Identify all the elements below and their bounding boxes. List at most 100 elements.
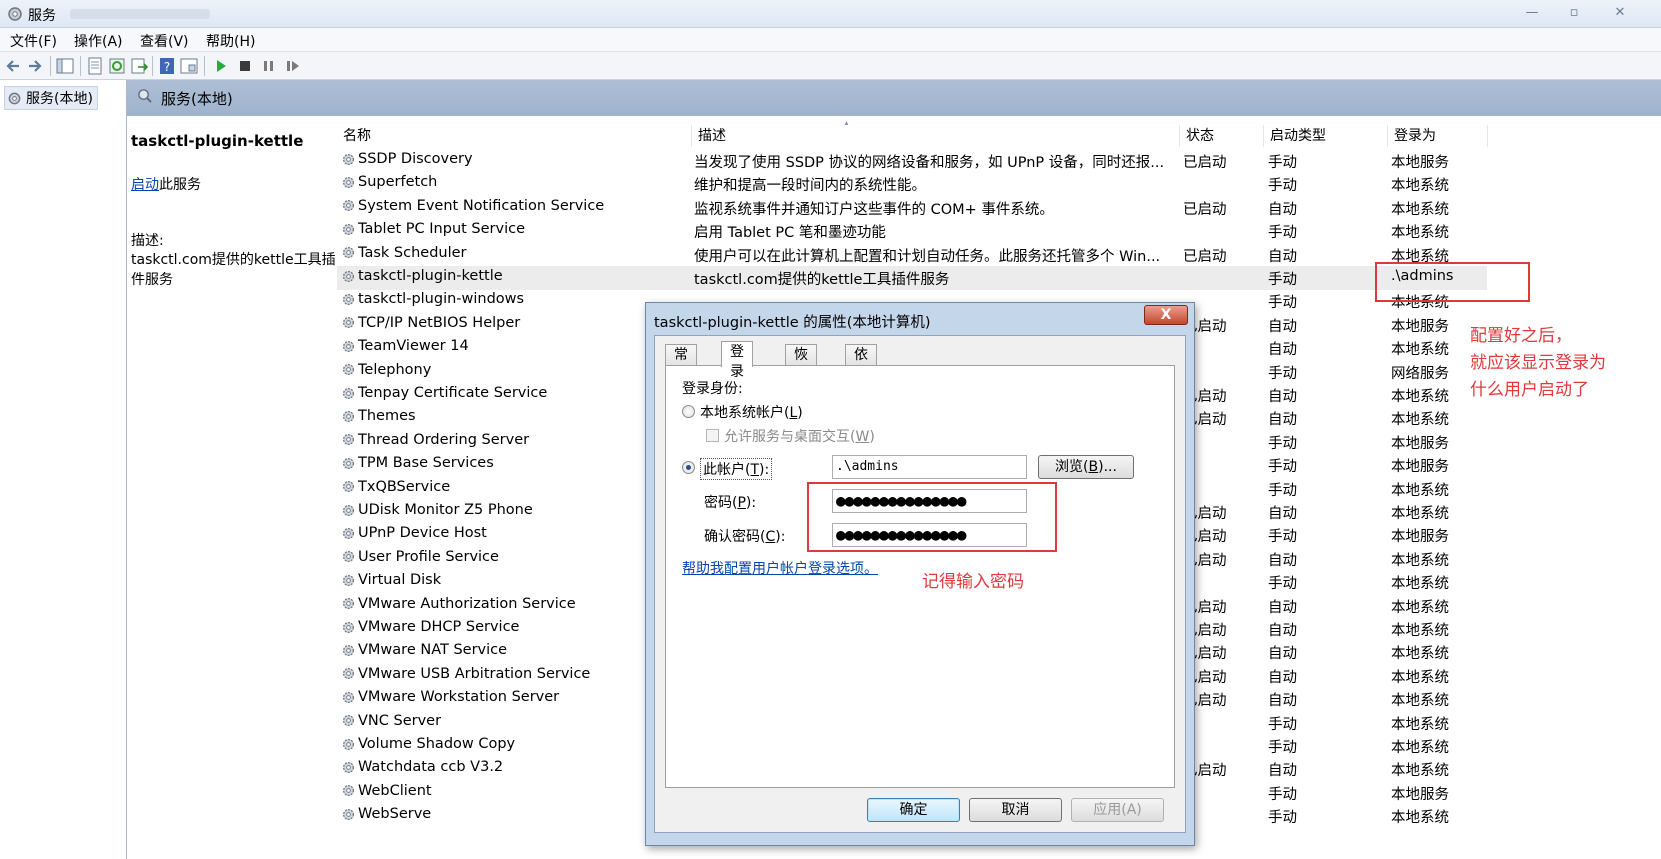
svg-text:?: ? bbox=[164, 60, 170, 74]
local-system-label: 本地系统帐户(L) bbox=[700, 405, 803, 421]
tab-dependencies[interactable]: 依存关系 bbox=[845, 344, 877, 423]
minimize-icon[interactable]: — bbox=[1518, 4, 1546, 22]
table-row[interactable]: SSDP Discovery 当发现了使用 SSDP 协议的网络设备和服务，如 U… bbox=[337, 149, 1487, 173]
show-hide-icon[interactable] bbox=[180, 57, 198, 75]
service-logon-cell: 本地服务 bbox=[1391, 529, 1449, 546]
service-startup-type-cell: 自动 bbox=[1268, 342, 1297, 359]
service-name: TeamViewer 14 bbox=[358, 338, 469, 355]
console-tree: 服务(本地) bbox=[0, 80, 127, 859]
dialog-close-button[interactable]: X bbox=[1144, 305, 1188, 325]
service-gear-icon bbox=[342, 270, 355, 282]
service-name: Superfetch bbox=[358, 174, 438, 191]
menu-view[interactable]: 查看(V) bbox=[140, 31, 189, 51]
stop-service-icon[interactable] bbox=[236, 57, 254, 75]
service-name-cell: Task Scheduler bbox=[341, 245, 671, 261]
back-icon[interactable] bbox=[4, 57, 22, 75]
menu-file[interactable]: 文件(F) bbox=[10, 31, 57, 51]
export-list-icon[interactable] bbox=[130, 57, 148, 75]
this-account-radio[interactable] bbox=[682, 461, 695, 474]
service-gear-icon bbox=[342, 317, 355, 329]
logon-highlight-box bbox=[1375, 262, 1530, 302]
service-logon-cell: 本地系统 bbox=[1391, 716, 1449, 733]
account-input[interactable]: .\admins bbox=[832, 455, 1027, 479]
dialog-title: taskctl-plugin-kettle 的属性(本地计算机) bbox=[654, 315, 931, 331]
help-icon[interactable]: ? bbox=[158, 57, 176, 75]
maximize-icon[interactable]: ▫ bbox=[1560, 4, 1588, 22]
service-gear-icon bbox=[342, 738, 355, 750]
apply-button[interactable]: 应用(A) bbox=[1071, 798, 1164, 822]
service-startup-type-cell: 自动 bbox=[1268, 201, 1297, 218]
service-logon-cell: 本地系统 bbox=[1391, 506, 1449, 522]
service-status-cell: 已启动 bbox=[1183, 248, 1227, 265]
menu-action[interactable]: 操作(A) bbox=[74, 31, 123, 51]
menu-help[interactable]: 帮助(H) bbox=[206, 31, 255, 51]
table-row[interactable]: System Event Notification Service 监视系统事件并… bbox=[337, 196, 1487, 220]
close-icon[interactable]: ✕ bbox=[1606, 4, 1634, 22]
tab-recovery[interactable]: 恢复 bbox=[785, 344, 817, 383]
column-header-status[interactable]: 状态 bbox=[1180, 125, 1264, 147]
service-name: Themes bbox=[358, 408, 416, 425]
table-row[interactable]: Tablet PC Input Service 启用 Tablet PC 笔和墨迹… bbox=[337, 219, 1487, 243]
column-header-startup-type[interactable]: 启动类型 bbox=[1264, 125, 1388, 147]
table-row[interactable]: taskctl-plugin-kettle taskctl.com提供的kettl… bbox=[337, 266, 1487, 290]
password-annotation: 记得输入密码 bbox=[922, 572, 1024, 592]
column-header-name[interactable]: 名称 bbox=[337, 125, 692, 147]
confirm-password-label: 确认密码(C): bbox=[704, 529, 786, 545]
table-row[interactable]: Task Scheduler 使用户可以在此计算机上配置和计划自动任务。此服务还托… bbox=[337, 243, 1487, 267]
local-system-radio[interactable] bbox=[682, 405, 695, 418]
service-startup-type-cell: 自动 bbox=[1268, 763, 1297, 780]
service-startup-type-cell: 手动 bbox=[1268, 740, 1297, 756]
cancel-button[interactable]: 取消 bbox=[969, 798, 1062, 822]
ok-button[interactable]: 确定 bbox=[867, 798, 960, 822]
table-row[interactable]: Superfetch 维护和提高一段时间内的系统性能。 手动 本地系统 bbox=[337, 172, 1487, 196]
service-name-cell: TxQBService bbox=[341, 479, 671, 495]
start-service-link[interactable]: 启动 bbox=[131, 177, 159, 193]
service-name: taskctl-plugin-windows bbox=[358, 291, 525, 308]
service-gear-icon bbox=[342, 574, 355, 586]
service-logon-cell: 本地系统 bbox=[1391, 412, 1449, 429]
service-gear-icon bbox=[342, 247, 355, 259]
service-name: Volume Shadow Copy bbox=[358, 736, 516, 752]
service-startup-type-cell: 自动 bbox=[1268, 389, 1297, 405]
annotation-line: 配置好之后， bbox=[1470, 326, 1572, 346]
column-header-description[interactable]: 描述 bbox=[692, 125, 1180, 147]
service-name-cell: taskctl-plugin-windows bbox=[341, 291, 671, 307]
restart-service-icon[interactable] bbox=[284, 57, 302, 75]
service-name-cell: Superfetch bbox=[341, 174, 671, 190]
service-startup-type-cell: 手动 bbox=[1268, 178, 1297, 195]
service-logon-cell: 本地系统 bbox=[1391, 623, 1449, 639]
service-name-cell: VMware Authorization Service bbox=[341, 596, 671, 612]
service-gear-icon bbox=[342, 153, 355, 165]
tab-general[interactable]: 常规 bbox=[665, 344, 697, 383]
service-name-cell: TCP/IP NetBIOS Helper bbox=[341, 315, 671, 331]
service-name: TCP/IP NetBIOS Helper bbox=[358, 314, 521, 331]
service-gear-icon bbox=[342, 387, 355, 399]
service-name: taskctl-plugin-kettle bbox=[358, 268, 503, 284]
pane-header: 服务(本地) bbox=[127, 80, 1661, 116]
service-name-cell: UPnP Device Host bbox=[341, 525, 671, 541]
service-name: WebClient bbox=[358, 782, 432, 799]
properties-icon[interactable] bbox=[86, 57, 104, 75]
refresh-icon[interactable] bbox=[108, 57, 126, 75]
password-label: 密码(P): bbox=[704, 495, 757, 511]
service-startup-type-cell: 手动 bbox=[1268, 786, 1297, 803]
service-name: Watchdata ccb V3.2 bbox=[358, 759, 504, 776]
forward-icon[interactable] bbox=[26, 57, 44, 75]
tab-logon[interactable]: 登录 bbox=[721, 341, 753, 380]
description-label: 描述: bbox=[131, 233, 164, 249]
service-name-cell: TPM Base Services bbox=[341, 455, 671, 471]
start-service-suffix: 此服务 bbox=[159, 177, 201, 193]
browse-button[interactable]: 浏览(B)... bbox=[1038, 455, 1134, 479]
service-gear-icon bbox=[342, 481, 355, 493]
column-header-logon-as[interactable]: 登录为 bbox=[1388, 125, 1488, 147]
logon-help-link[interactable]: 帮助我配置用户帐户登录选项。 bbox=[682, 558, 878, 578]
pause-service-icon[interactable] bbox=[260, 57, 278, 75]
service-name-cell: SSDP Discovery bbox=[341, 151, 671, 167]
start-service-icon[interactable] bbox=[212, 57, 230, 75]
console-tree-icon[interactable] bbox=[56, 57, 74, 75]
interact-desktop-checkbox[interactable] bbox=[706, 429, 719, 442]
service-name-cell: taskctl-plugin-kettle bbox=[341, 268, 671, 284]
service-logon-cell: 本地系统 bbox=[1391, 225, 1449, 242]
tree-item-services-local[interactable]: 服务(本地) bbox=[4, 86, 98, 110]
service-name-cell: Volume Shadow Copy bbox=[341, 736, 671, 752]
